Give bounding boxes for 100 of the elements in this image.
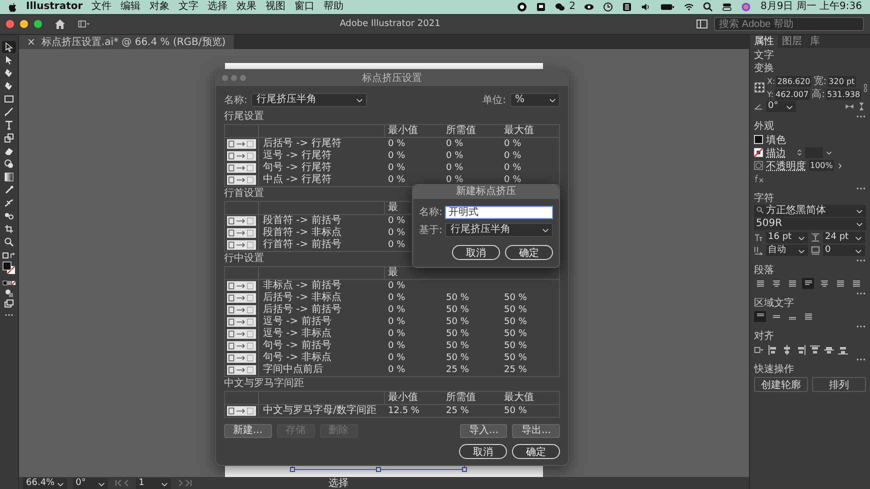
gradient-icon[interactable]	[4, 172, 14, 182]
unit-dropdown[interactable]: %	[510, 93, 560, 107]
vertical-align-button[interactable]	[802, 311, 814, 322]
reference-point-icon[interactable]	[754, 82, 765, 93]
vertical-align-button[interactable]	[754, 311, 766, 322]
search-icon[interactable]	[703, 2, 714, 12]
more-icon[interactable]	[856, 187, 866, 190]
window-icon[interactable]	[536, 2, 546, 12]
chevron-down-icon[interactable]	[826, 150, 832, 156]
screen-mode-icon[interactable]	[4, 299, 14, 309]
switches-icon[interactable]	[722, 2, 732, 12]
opacity-label[interactable]: 不透明度	[766, 158, 806, 172]
brush-icon[interactable]	[4, 107, 14, 117]
align-objects-icon[interactable]	[838, 344, 848, 354]
menu-item[interactable]: 窗口	[294, 0, 315, 14]
fill-swatch-icon[interactable]	[754, 135, 763, 144]
zoom-window-button[interactable]	[34, 20, 42, 28]
close-window-button[interactable]	[6, 20, 14, 28]
blend-icon[interactable]	[4, 211, 14, 221]
quick-action-button[interactable]: 创建轮廓	[754, 377, 808, 392]
align-text-button[interactable]	[802, 278, 814, 289]
home-icon[interactable]	[54, 18, 66, 30]
chevron-right-icon[interactable]	[836, 162, 843, 168]
quick-action-button[interactable]: 排列	[812, 377, 866, 392]
apple-icon[interactable]	[8, 2, 17, 12]
menu-item[interactable]: Illustrator	[26, 0, 83, 14]
swap-colors-icon[interactable]	[2, 252, 16, 260]
more-icon[interactable]	[856, 325, 866, 328]
rotate-dropdown[interactable]: 0°	[766, 101, 796, 112]
font-style-dropdown[interactable]: 509R	[754, 218, 866, 230]
rotation-dropdown[interactable]: 0°	[72, 478, 108, 488]
name-field[interactable]: 开明式	[445, 206, 553, 218]
record-icon[interactable]	[517, 2, 528, 12]
stroke-label[interactable]: 描边	[766, 146, 786, 160]
minimize-window-button[interactable]	[20, 20, 28, 28]
menu-item[interactable]: 文字	[178, 0, 199, 14]
name-dropdown[interactable]: 行尾挤压半角	[251, 93, 368, 107]
tracking-dropdown[interactable]: 0	[823, 245, 865, 256]
pen-nib-icon[interactable]	[4, 68, 14, 78]
dialog-button[interactable]: 导出...	[512, 424, 560, 438]
fill-stroke-icon[interactable]	[2, 261, 16, 275]
ok-button[interactable]: 确定	[512, 444, 560, 459]
kerning-dropdown[interactable]: 自动	[766, 245, 808, 256]
menu-item[interactable]: 视图	[266, 0, 286, 14]
hollow-arrow-icon[interactable]	[4, 42, 14, 52]
align-text-button[interactable]	[818, 278, 830, 289]
menu-item[interactable]: 编辑	[120, 0, 141, 14]
orb-icon[interactable]	[741, 2, 752, 12]
width-field[interactable]: 320 pt	[828, 76, 856, 86]
align-objects-icon[interactable]	[768, 344, 778, 354]
effects-icon[interactable]	[754, 174, 765, 183]
align-objects-icon[interactable]	[782, 344, 792, 354]
grid-icon[interactable]	[622, 2, 632, 12]
font-family-dropdown[interactable]: 方正悠黑简体	[754, 205, 866, 217]
artboard-icon[interactable]	[4, 224, 14, 234]
more-icon[interactable]	[856, 115, 866, 118]
speaker-icon[interactable]	[641, 2, 652, 12]
layout-icon[interactable]	[78, 18, 90, 30]
arrow-icon[interactable]	[4, 55, 14, 65]
align-to-icon[interactable]	[754, 344, 764, 354]
more-icon[interactable]	[856, 358, 866, 361]
wifi-icon[interactable]	[684, 2, 694, 12]
color-modes-icon[interactable]	[2, 279, 16, 287]
close-tab-button[interactable]: ×	[27, 36, 36, 48]
menu-item[interactable]: 效果	[236, 0, 257, 14]
link-icon[interactable]	[863, 82, 868, 94]
document-tab[interactable]: × 标点挤压设置.ai* @ 66.4 % (RGB/预览)	[19, 35, 234, 49]
panel-tab[interactable]: 图层	[778, 35, 806, 48]
menu-item[interactable]: 文件	[92, 0, 112, 14]
previous-artboard-icon[interactable]	[114, 479, 130, 487]
draw-mode-icon[interactable]	[4, 288, 14, 298]
y-field[interactable]: 462.007	[774, 88, 810, 100]
chat-bubbles-icon[interactable]	[555, 2, 566, 12]
next-artboard-icon[interactable]	[176, 479, 193, 487]
align-objects-icon[interactable]	[810, 344, 820, 354]
align-text-button[interactable]	[834, 278, 846, 289]
eye-icon[interactable]	[584, 2, 594, 12]
zoom-icon[interactable]	[4, 237, 14, 247]
scale-icon[interactable]	[4, 133, 14, 143]
align-objects-icon[interactable]	[824, 344, 834, 354]
dialog-button[interactable]: 新建...	[224, 424, 272, 438]
zoom-dropdown[interactable]: 66.4%	[23, 478, 67, 488]
battery-icon[interactable]	[660, 2, 676, 12]
stepper-icon[interactable]	[797, 148, 802, 157]
menu-item[interactable]: 帮助	[324, 0, 344, 14]
clock-icon[interactable]	[603, 2, 614, 12]
height-field[interactable]: 531.938	[826, 88, 862, 100]
align-objects-icon[interactable]	[796, 344, 806, 354]
pen-curve-icon[interactable]	[4, 81, 14, 91]
panel-layout-icon[interactable]	[696, 18, 708, 30]
eraser-icon[interactable]	[4, 146, 14, 156]
align-text-button[interactable]	[770, 278, 782, 289]
panel-tab[interactable]: 属性	[750, 35, 778, 48]
eyedropper-icon[interactable]	[4, 185, 14, 195]
menu-item[interactable]: 选择	[208, 0, 228, 14]
align-text-button[interactable]	[850, 278, 862, 289]
leading-dropdown[interactable]: 24 pt	[823, 232, 865, 243]
width-icon[interactable]	[4, 198, 14, 208]
align-text-button[interactable]	[786, 278, 798, 289]
flip-horizontal-icon[interactable]	[845, 102, 854, 111]
